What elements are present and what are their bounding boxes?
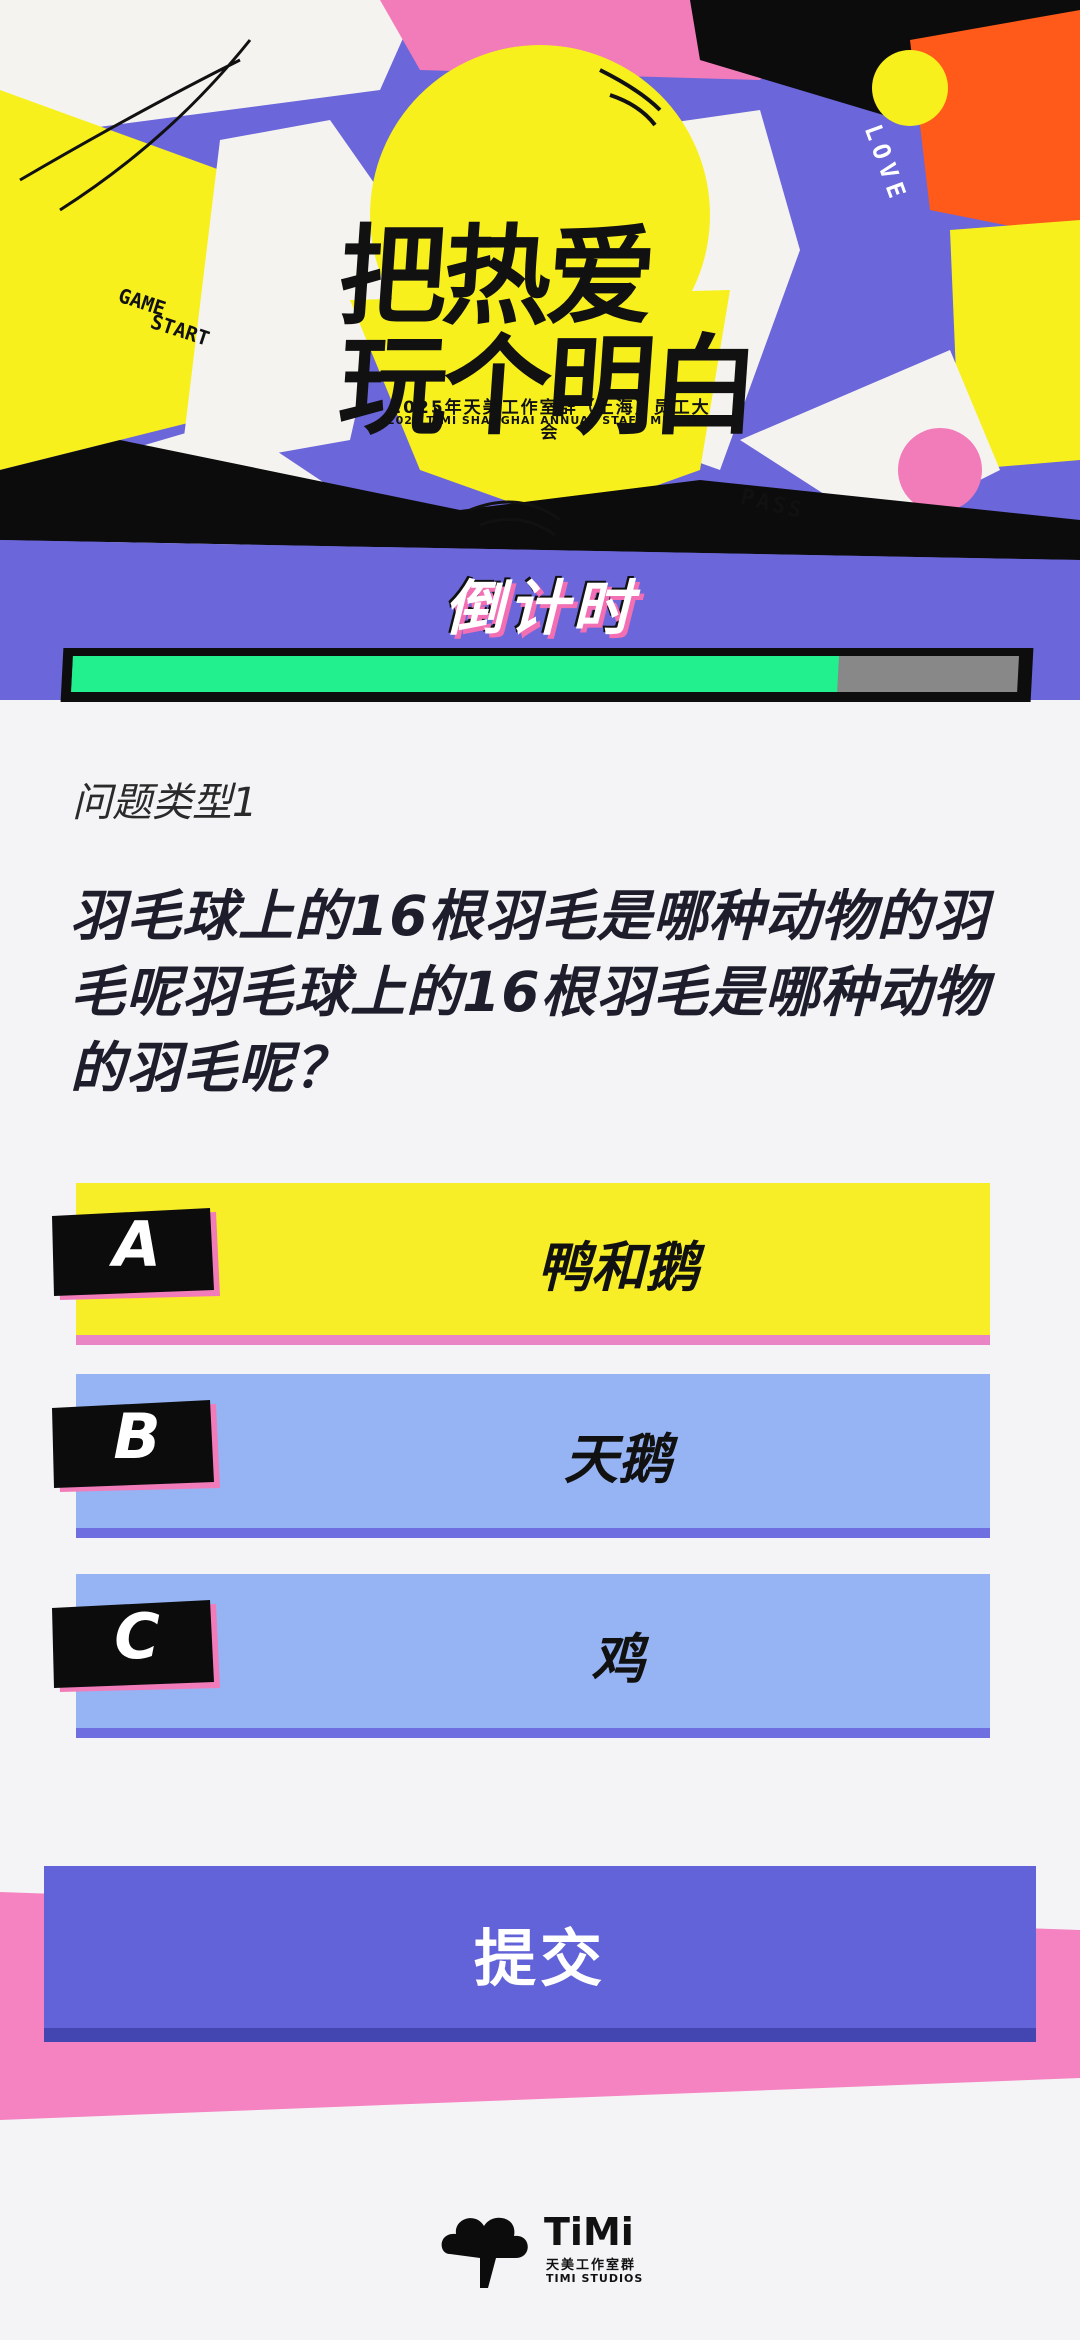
submit-button-shade bbox=[44, 2028, 1036, 2042]
submit-button[interactable]: 提交 bbox=[44, 1866, 1036, 2042]
cloud-logo-icon bbox=[441, 2217, 528, 2288]
option-a-label: 鸭和鹅 bbox=[537, 1236, 699, 1299]
logo-en: TIMI STUDIOS bbox=[546, 2272, 644, 2285]
countdown-progress-bar bbox=[60, 648, 1034, 702]
countdown-progress-track bbox=[71, 656, 1019, 692]
option-b-shade bbox=[76, 1528, 990, 1538]
option-c-shade bbox=[76, 1728, 990, 1738]
option-b-letter: B bbox=[113, 1400, 161, 1473]
hero-subtitle-en: 2025 TIMI SHANGHAI ANNUAL STAFF MEETING bbox=[386, 414, 714, 427]
question-type-label: 问题类型1 bbox=[72, 780, 258, 826]
option-c-label: 鸡 bbox=[591, 1628, 645, 1691]
option-b-button[interactable]: B 天鹅 bbox=[52, 1374, 990, 1538]
countdown-progress-fill bbox=[71, 656, 840, 692]
option-c-button[interactable]: C 鸡 bbox=[52, 1574, 990, 1738]
option-a-shade bbox=[76, 1335, 990, 1345]
option-a-letter: A bbox=[113, 1208, 161, 1281]
option-b-label: 天鹅 bbox=[564, 1428, 672, 1491]
countdown-title: 倒计时 bbox=[444, 574, 636, 644]
question-text: 羽毛球上的16根羽毛是哪种动物的羽毛呢羽毛球上的16根羽毛是哪种动物的羽毛呢？ bbox=[70, 884, 989, 1100]
logo-cn: 天美工作室群 bbox=[546, 2258, 637, 2273]
option-c-letter: C bbox=[114, 1600, 160, 1673]
option-a-button[interactable]: A 鸭和鹅 bbox=[52, 1183, 990, 1345]
submit-button-label: 提交 bbox=[473, 1922, 606, 1995]
logo-name: TiMi bbox=[544, 2210, 634, 2254]
